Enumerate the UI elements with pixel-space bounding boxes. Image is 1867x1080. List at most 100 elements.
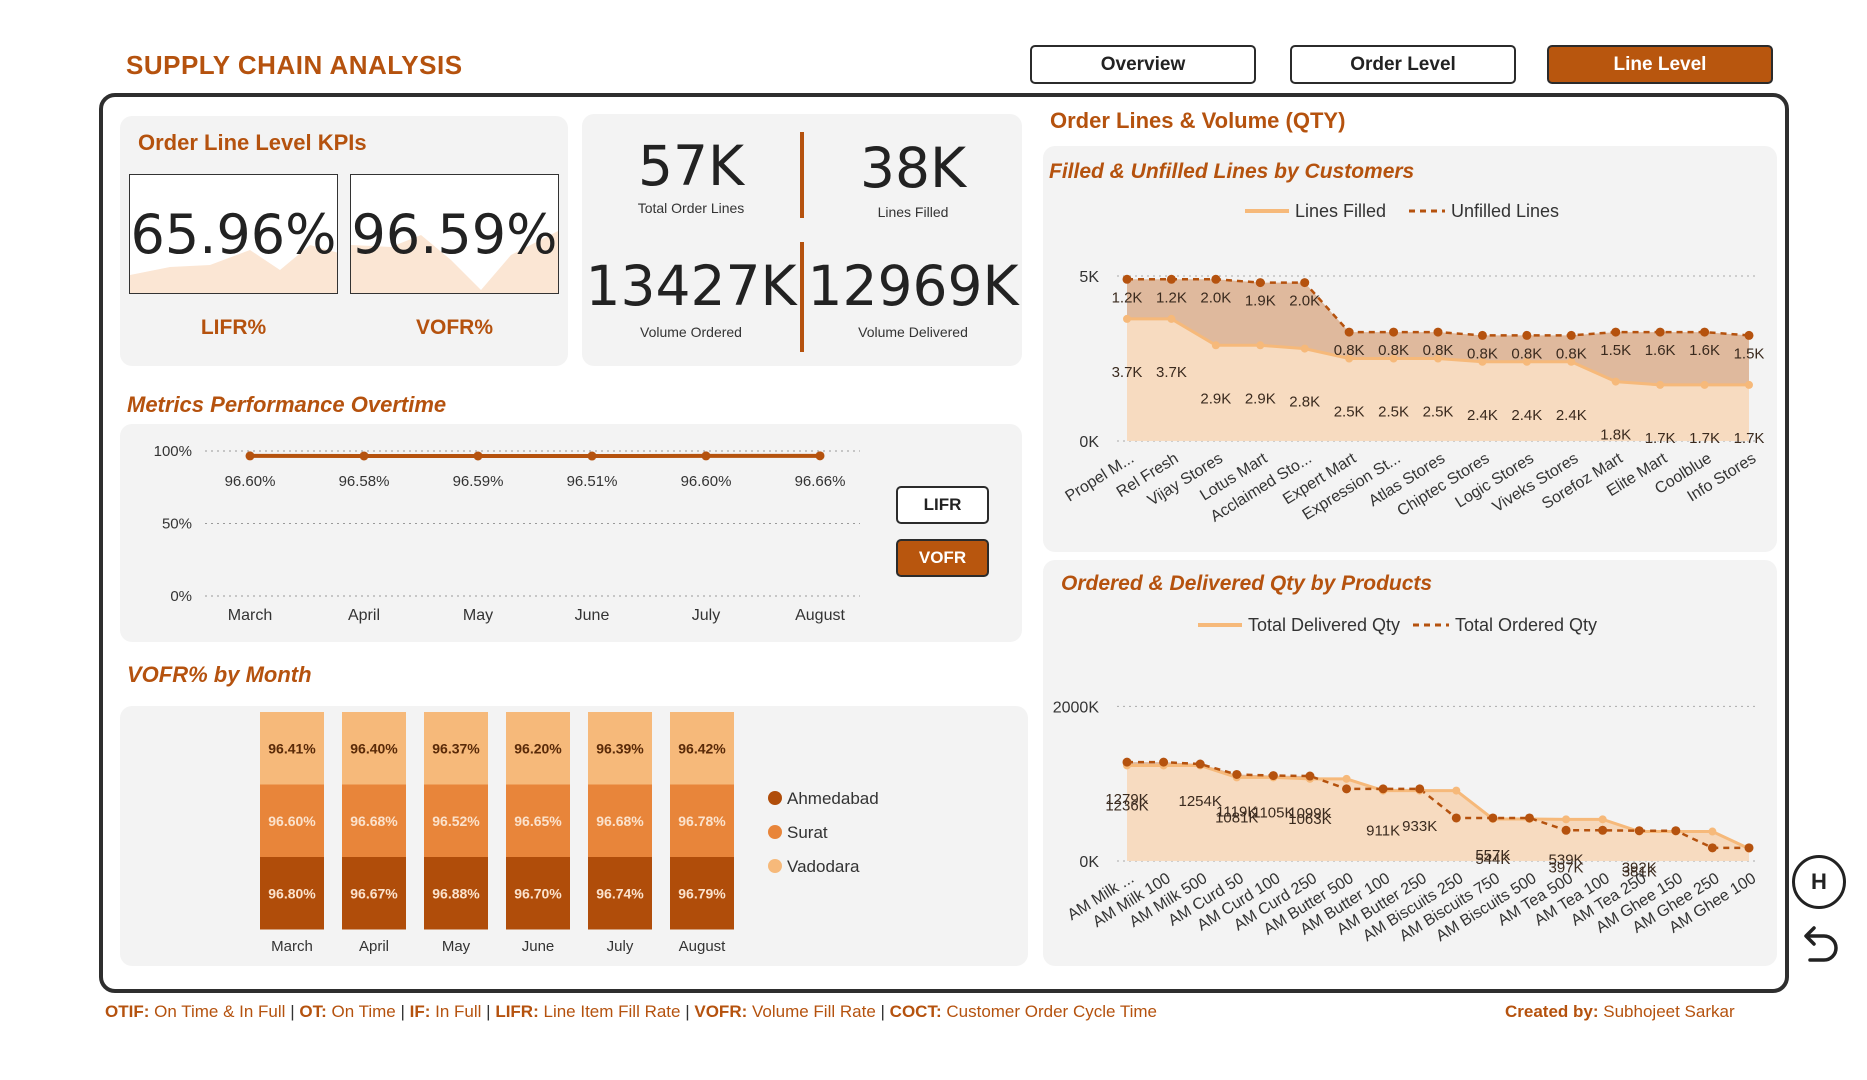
data-label: 2.4K <box>1556 407 1587 424</box>
data-label: 96.60% <box>225 473 276 490</box>
data-label: 1.2K <box>1112 289 1143 306</box>
footer-val: On Time & In Full <box>154 1002 286 1021</box>
legend-label: Total Ordered Qty <box>1455 615 1597 635</box>
metrics-title: Metrics Performance Overtime <box>127 392 447 417</box>
data-label: 1236K <box>1105 797 1148 814</box>
x-tick-label: June <box>522 938 555 955</box>
volume-delivered-label: Volume Delivered <box>858 324 968 340</box>
data-point <box>1452 786 1461 795</box>
data-point <box>1122 757 1132 767</box>
vofr-value: 96.59% <box>351 203 558 266</box>
data-label: 96.60% <box>681 473 732 490</box>
metrics-card: 0% 50% 100% 96.60% March 96.58% April 96.59% May… <box>120 424 1022 642</box>
bar-label: 96.88% <box>432 885 480 901</box>
bar-label: 96.20% <box>514 740 562 756</box>
bar-label: 96.79% <box>678 885 726 901</box>
data-label: 933K <box>1402 818 1437 835</box>
bar-label: 96.60% <box>268 813 316 829</box>
x-tick-label: August <box>795 607 845 624</box>
data-label: 0.8K <box>1334 342 1365 359</box>
kpi-title: Order Line Level KPIs <box>138 130 367 155</box>
footer-key: OT: <box>299 1002 327 1021</box>
data-label: 2.4K <box>1511 407 1542 424</box>
order-lines-volume-title: Order Lines & Volume (QTY) <box>1050 108 1346 133</box>
back-arrow-icon[interactable] <box>1796 922 1842 968</box>
bar-label: 96.70% <box>514 885 562 901</box>
vofr-toggle-button[interactable]: VOFR <box>896 539 989 577</box>
lifr-label: LIFR% <box>200 316 267 339</box>
vofr-month-card: 96.80% 96.60% 96.41% March 96.67% 96.68% 96.40… <box>120 706 1028 966</box>
legend-label: Unfilled Lines <box>1451 201 1559 221</box>
volume-ordered-value: 13427K <box>585 254 797 318</box>
x-tick-label: April <box>348 607 380 624</box>
page-title: SUPPLY CHAIN ANALYSIS <box>126 50 463 80</box>
line-level-button[interactable]: Line Level <box>1547 45 1773 84</box>
data-label: 2.9K <box>1245 390 1276 407</box>
volume-delivered-value: 12969K <box>807 254 1019 318</box>
data-label: 1.9K <box>1245 293 1276 310</box>
data-point <box>1344 327 1354 337</box>
data-point <box>1598 825 1608 835</box>
data-point <box>1342 784 1352 794</box>
data-point <box>1524 813 1534 823</box>
data-point <box>815 451 825 461</box>
data-point <box>1300 344 1309 353</box>
data-label: 0.8K <box>1423 342 1454 359</box>
data-point <box>587 451 597 461</box>
x-tick-label: August <box>679 938 727 955</box>
footer-val: In Full <box>435 1002 482 1021</box>
data-point <box>1598 815 1607 824</box>
data-point <box>1745 380 1753 389</box>
y-tick-label: 0K <box>1079 854 1099 871</box>
data-point <box>1342 774 1351 783</box>
data-label: 96.51% <box>567 473 618 490</box>
y-tick-label: 0% <box>170 588 192 605</box>
metrics-line-chart: 0% 50% 100% 96.60% March 96.58% April 96.59% May… <box>154 443 860 624</box>
data-point <box>1744 330 1754 340</box>
filled-unfilled-lines-chart: Filled & Unfilled Lines by Customers Line… <box>1049 160 1765 526</box>
total-order-lines-label: Total Order Lines <box>637 200 745 216</box>
x-tick-label: May <box>442 938 471 955</box>
created-by: Created by: Subhojeet Sarkar <box>1505 1002 1735 1022</box>
data-label: 96.58% <box>339 473 390 490</box>
created-by-key: Created by: <box>1505 1002 1599 1021</box>
data-label: 96.66% <box>795 473 846 490</box>
data-label: 1.5K <box>1734 345 1765 362</box>
data-point <box>1707 843 1717 853</box>
x-tick-label: April <box>359 938 389 955</box>
data-label: 0.8K <box>1467 345 1498 362</box>
footer-key: VOFR: <box>694 1002 748 1021</box>
data-point <box>1159 757 1169 767</box>
data-label: 1.5K <box>1600 342 1631 359</box>
footer-key: LIFR: <box>495 1002 539 1021</box>
lifr-toggle-button[interactable]: LIFR <box>896 486 989 524</box>
data-label: 0.8K <box>1378 342 1409 359</box>
data-point <box>1232 769 1242 779</box>
data-point <box>1378 784 1388 794</box>
data-point <box>1656 380 1665 389</box>
vofr-month-title: VOFR% by Month <box>127 662 312 687</box>
home-button[interactable]: H <box>1792 855 1846 909</box>
x-tick-label: March <box>228 607 272 624</box>
data-point <box>1167 314 1176 323</box>
legend-marker <box>768 791 782 805</box>
vofr-stacked-bar-chart: 96.80% 96.60% 96.41% March 96.67% 96.68% 96.40… <box>260 712 879 955</box>
legend-label: Lines Filled <box>1295 201 1386 221</box>
data-point <box>1389 327 1399 337</box>
lifr-value: 65.96% <box>130 203 337 266</box>
data-point <box>1634 826 1644 836</box>
data-label: 2.4K <box>1467 407 1498 424</box>
x-tick-label: July <box>607 938 634 955</box>
overview-button[interactable]: Overview <box>1030 45 1256 84</box>
footer-val: Line Item Fill Rate <box>543 1002 681 1021</box>
bar-label: 96.74% <box>596 885 644 901</box>
order-level-button[interactable]: Order Level <box>1290 45 1516 84</box>
y-tick-label: 100% <box>154 443 192 460</box>
data-point <box>1433 327 1443 337</box>
footer-legend: OTIF: On Time & In Full | OT: On Time | … <box>105 1002 1158 1021</box>
data-label: 544K <box>1475 851 1510 868</box>
kpi-card: Order Line Level KPIs 65.96% LIFR% 96.59… <box>120 116 568 366</box>
bar-label: 96.78% <box>678 813 726 829</box>
created-by-name: Subhojeet Sarkar <box>1603 1002 1735 1021</box>
footer-key: OTIF: <box>105 1002 150 1021</box>
